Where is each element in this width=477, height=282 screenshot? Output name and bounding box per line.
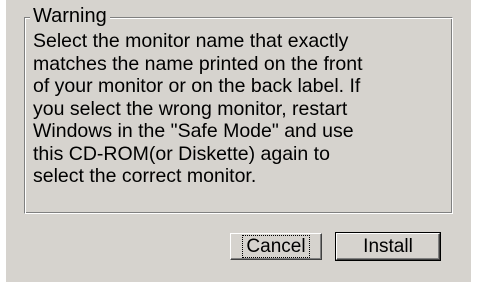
dialog-left-edge [0, 0, 6, 282]
cancel-button[interactable]: Cancel [230, 233, 322, 260]
install-button[interactable]: Install [335, 232, 441, 261]
warning-group-title: Warning [30, 4, 110, 28]
install-button-label: Install [363, 236, 413, 257]
install-warning-dialog: Warning Select the monitor name that exa… [0, 0, 477, 282]
dialog-right-edge [471, 0, 477, 282]
warning-message: Select the monitor name that exactly mat… [33, 30, 363, 187]
cancel-button-label: Cancel [242, 235, 310, 258]
